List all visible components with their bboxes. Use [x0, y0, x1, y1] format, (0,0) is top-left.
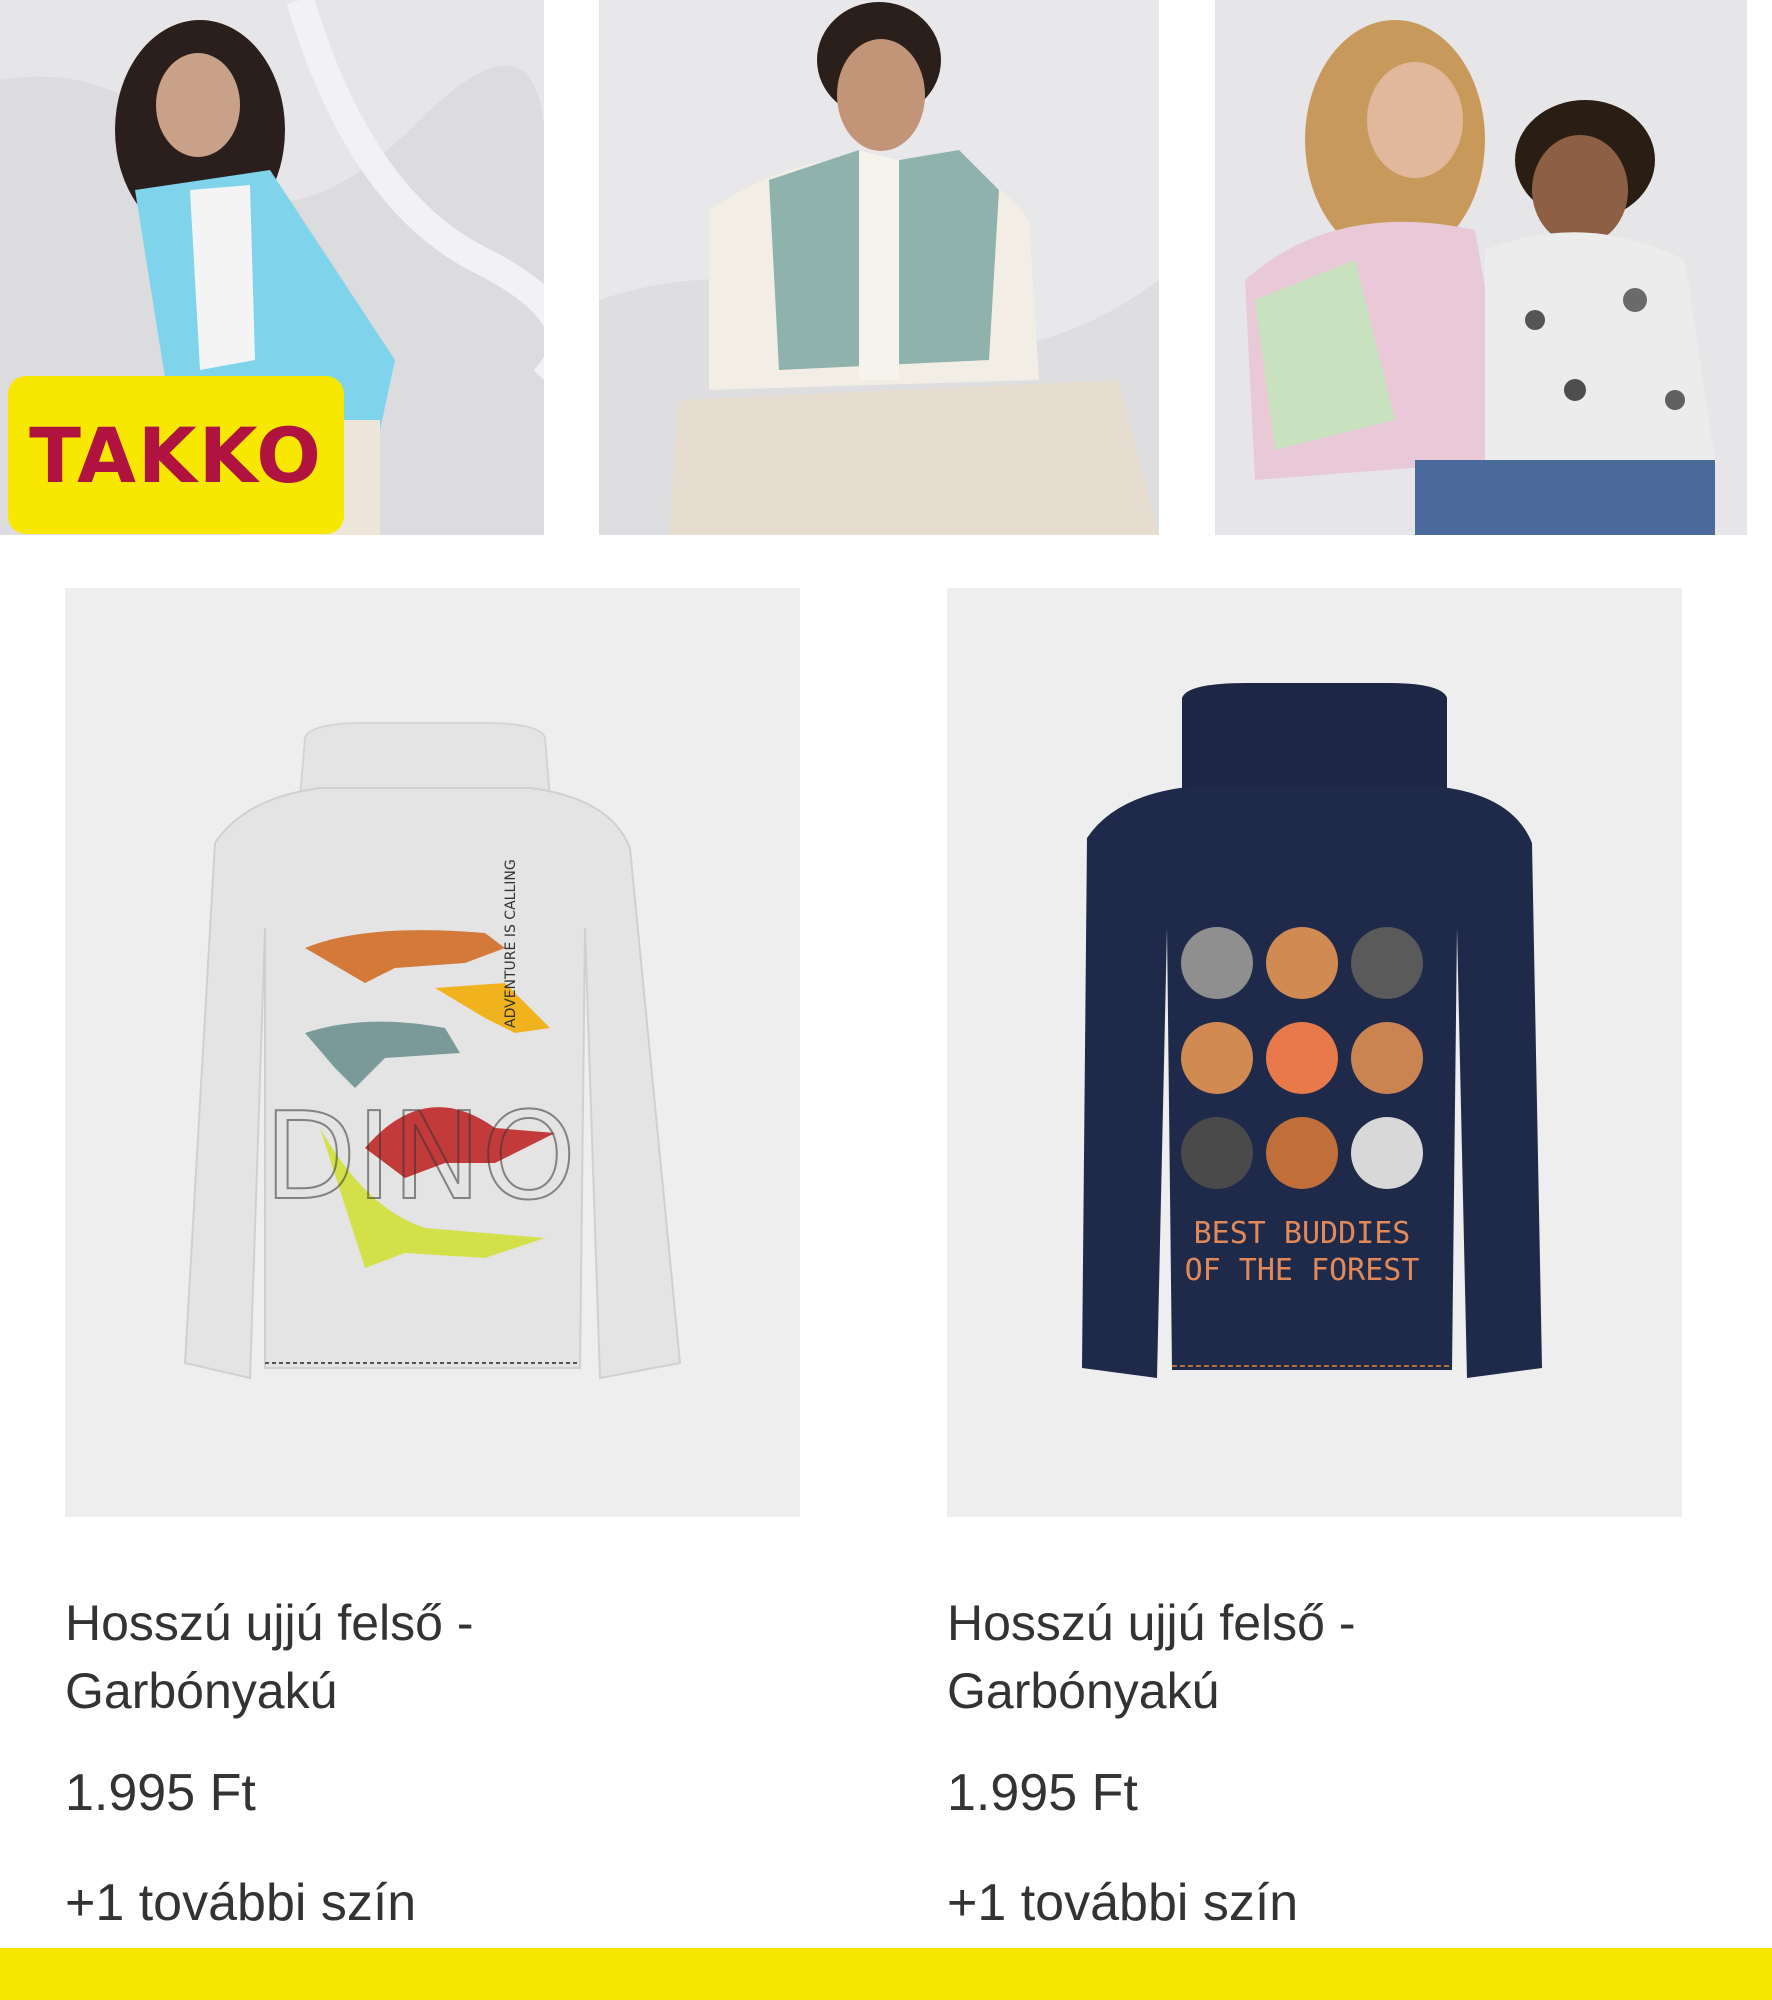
hero-image-man[interactable]: [599, 0, 1159, 535]
product-more-colors[interactable]: +1 további szín: [65, 1873, 800, 1933]
print-text-line-1: BEST BUDDIES: [1194, 1216, 1411, 1251]
footer-bar: [0, 1948, 1772, 2000]
print-text-adventure: ADVENTURE IS CALLING: [503, 859, 519, 1028]
product-image[interactable]: BEST BUDDIES OF THE FOREST: [947, 588, 1682, 1517]
product-card[interactable]: BEST BUDDIES OF THE FOREST Hosszú ujjú f…: [947, 588, 1682, 1933]
product-price: 1.995 Ft: [947, 1764, 1138, 1822]
product-image[interactable]: DINO ADVENTURE IS CALLING: [65, 588, 800, 1517]
hero-photo-kids: [1215, 0, 1747, 535]
product-name[interactable]: Hosszú ujjú felső - Garbónyakú: [65, 1589, 625, 1725]
hero-image-kids[interactable]: [1215, 0, 1747, 535]
print-text-dino: DINO: [264, 1088, 576, 1227]
logo-text: TAKKO: [29, 410, 323, 500]
product-card[interactable]: DINO ADVENTURE IS CALLING Hosszú ujjú fe…: [65, 588, 800, 1933]
takko-logo[interactable]: TAKKO: [8, 376, 344, 534]
hero-image-woman[interactable]: TAKKO: [0, 0, 544, 535]
hero-photo-man: [599, 0, 1159, 535]
product-photo-forest-shirt: BEST BUDDIES OF THE FOREST: [947, 588, 1682, 1517]
product-name[interactable]: Hosszú ujjú felső - Garbónyakú: [947, 1589, 1507, 1725]
product-more-colors[interactable]: +1 további szín: [947, 1873, 1682, 1933]
product-photo-dino-shirt: DINO ADVENTURE IS CALLING: [65, 588, 800, 1517]
print-text-line-2: OF THE FOREST: [1185, 1253, 1420, 1288]
product-price: 1.995 Ft: [65, 1764, 256, 1822]
